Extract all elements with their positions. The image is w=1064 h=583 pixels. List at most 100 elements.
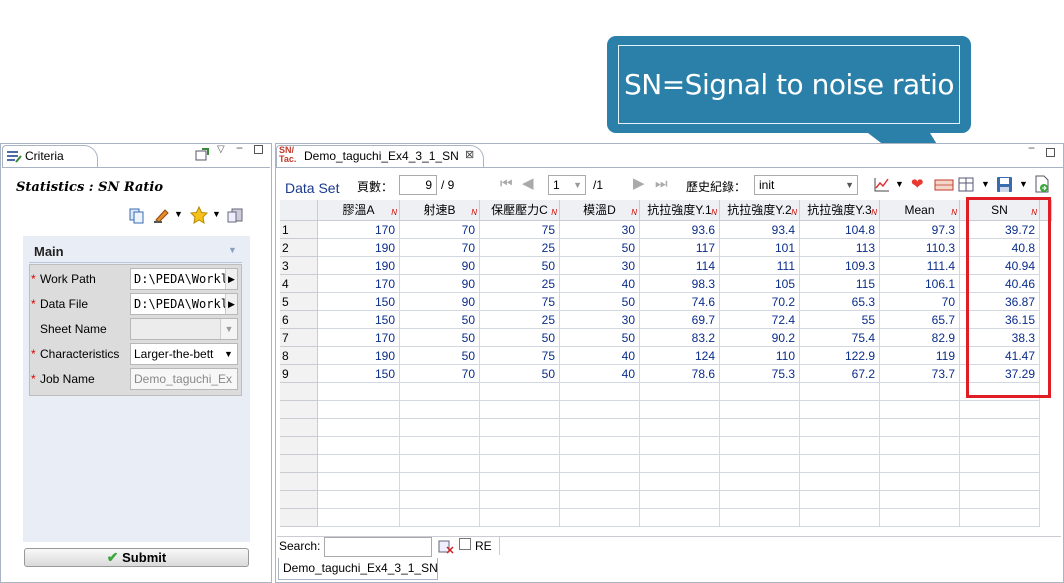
table-cell[interactable]: 110.3 bbox=[880, 239, 960, 257]
empty-cell[interactable] bbox=[400, 383, 480, 401]
table-cell[interactable]: 55 bbox=[800, 311, 880, 329]
empty-cell[interactable] bbox=[880, 491, 960, 509]
column-header[interactable]: 模溫D N bbox=[560, 200, 640, 221]
edit-dropdown-icon[interactable]: ▼ bbox=[174, 209, 183, 219]
empty-cell[interactable] bbox=[800, 455, 880, 473]
table-cell[interactable]: 93.6 bbox=[640, 221, 720, 239]
empty-cell[interactable] bbox=[960, 509, 1040, 527]
work-path-browse-button[interactable]: ▶ bbox=[225, 269, 237, 289]
empty-cell[interactable] bbox=[720, 473, 800, 491]
table-cell[interactable]: 70.2 bbox=[720, 293, 800, 311]
collapse-icon[interactable]: ▼ bbox=[228, 245, 237, 255]
heart-icon[interactable]: ❤ bbox=[911, 175, 924, 193]
empty-cell[interactable] bbox=[880, 383, 960, 401]
view-menu-icon[interactable]: ▽ bbox=[217, 144, 225, 155]
table-cell[interactable]: 75.3 bbox=[720, 365, 800, 383]
empty-cell[interactable] bbox=[960, 437, 1040, 455]
table-cell[interactable]: 114 bbox=[640, 257, 720, 275]
table-cell[interactable]: 50 bbox=[560, 293, 640, 311]
empty-cell[interactable] bbox=[560, 401, 640, 419]
empty-cell[interactable] bbox=[480, 455, 560, 473]
row-header[interactable]: 9 bbox=[280, 365, 318, 383]
table-cell[interactable]: 40 bbox=[560, 347, 640, 365]
row-header[interactable]: 6 bbox=[280, 311, 318, 329]
empty-cell[interactable] bbox=[640, 473, 720, 491]
table-cell[interactable]: 73.7 bbox=[880, 365, 960, 383]
table-cell[interactable]: 69.7 bbox=[640, 311, 720, 329]
table-cell[interactable]: 50 bbox=[400, 347, 480, 365]
row-header[interactable] bbox=[280, 383, 318, 401]
table-cell[interactable]: 115 bbox=[800, 275, 880, 293]
empty-cell[interactable] bbox=[318, 383, 400, 401]
table-cell[interactable]: 105 bbox=[720, 275, 800, 293]
table-cell[interactable]: 75 bbox=[480, 347, 560, 365]
empty-cell[interactable] bbox=[960, 419, 1040, 437]
table-cell[interactable]: 90 bbox=[400, 293, 480, 311]
row-header[interactable] bbox=[280, 473, 318, 491]
empty-cell[interactable] bbox=[480, 491, 560, 509]
empty-cell[interactable] bbox=[960, 473, 1040, 491]
save-icon[interactable] bbox=[996, 176, 1014, 193]
table-cell[interactable]: 170 bbox=[318, 275, 400, 293]
chart-icon[interactable] bbox=[873, 176, 891, 193]
empty-cell[interactable] bbox=[560, 509, 640, 527]
window-icon[interactable] bbox=[227, 207, 244, 224]
table-cell[interactable]: 83.2 bbox=[640, 329, 720, 347]
empty-cell[interactable] bbox=[400, 455, 480, 473]
maximize-icon[interactable] bbox=[254, 145, 263, 154]
table-cell[interactable]: 25 bbox=[480, 311, 560, 329]
clear-search-icon[interactable] bbox=[438, 539, 454, 554]
submit-button[interactable]: ✔ Submit bbox=[24, 548, 249, 567]
empty-cell[interactable] bbox=[560, 473, 640, 491]
empty-cell[interactable] bbox=[480, 383, 560, 401]
empty-cell[interactable] bbox=[560, 383, 640, 401]
empty-cell[interactable] bbox=[400, 401, 480, 419]
row-header[interactable]: 7 bbox=[280, 329, 318, 347]
empty-cell[interactable] bbox=[640, 419, 720, 437]
last-page-icon[interactable]: ⏭ bbox=[655, 175, 668, 192]
prev-page-icon[interactable]: ◀ bbox=[522, 174, 534, 192]
empty-cell[interactable] bbox=[880, 473, 960, 491]
table-cell[interactable]: 70 bbox=[880, 293, 960, 311]
save-dropdown-icon[interactable]: ▼ bbox=[1019, 179, 1028, 189]
table-cell[interactable]: 25 bbox=[480, 275, 560, 293]
table-cell[interactable]: 90.2 bbox=[720, 329, 800, 347]
empty-cell[interactable] bbox=[720, 455, 800, 473]
data-file-field[interactable]: D:\PEDA\Workl bbox=[130, 293, 238, 315]
work-path-field[interactable]: D:\PEDA\Workl bbox=[130, 268, 238, 290]
page-select[interactable]: 1 ▼ bbox=[548, 175, 586, 195]
empty-cell[interactable] bbox=[800, 383, 880, 401]
table-cell[interactable]: 150 bbox=[318, 365, 400, 383]
empty-cell[interactable] bbox=[800, 473, 880, 491]
close-tab-icon[interactable]: ⊠ bbox=[465, 148, 474, 161]
table-cell[interactable]: 82.9 bbox=[880, 329, 960, 347]
empty-cell[interactable] bbox=[960, 491, 1040, 509]
row-header[interactable] bbox=[280, 455, 318, 473]
table-cell[interactable]: 119 bbox=[880, 347, 960, 365]
row-header[interactable]: 4 bbox=[280, 275, 318, 293]
row-header[interactable] bbox=[280, 437, 318, 455]
empty-cell[interactable] bbox=[318, 455, 400, 473]
empty-cell[interactable] bbox=[880, 437, 960, 455]
table-cell[interactable]: 75 bbox=[480, 221, 560, 239]
empty-cell[interactable] bbox=[880, 455, 960, 473]
table-cell[interactable]: 50 bbox=[560, 239, 640, 257]
table-cell[interactable]: 78.6 bbox=[640, 365, 720, 383]
empty-cell[interactable] bbox=[640, 491, 720, 509]
empty-cell[interactable] bbox=[720, 419, 800, 437]
table-cell[interactable]: 190 bbox=[318, 239, 400, 257]
table-cell[interactable]: 75 bbox=[480, 293, 560, 311]
table-cell[interactable]: 190 bbox=[318, 257, 400, 275]
empty-cell[interactable] bbox=[480, 419, 560, 437]
table-cell[interactable]: 93.4 bbox=[720, 221, 800, 239]
empty-cell[interactable] bbox=[800, 437, 880, 455]
table-cell[interactable]: 111.4 bbox=[880, 257, 960, 275]
data-file-browse-button[interactable]: ▶ bbox=[225, 294, 237, 314]
row-header[interactable] bbox=[280, 491, 318, 509]
empty-cell[interactable] bbox=[640, 509, 720, 527]
sheet-name-dropdown-icon[interactable]: ▼ bbox=[220, 319, 237, 339]
table-cell[interactable]: 170 bbox=[318, 221, 400, 239]
table-cell[interactable]: 150 bbox=[318, 293, 400, 311]
table-cell[interactable]: 98.3 bbox=[640, 275, 720, 293]
empty-cell[interactable] bbox=[800, 419, 880, 437]
